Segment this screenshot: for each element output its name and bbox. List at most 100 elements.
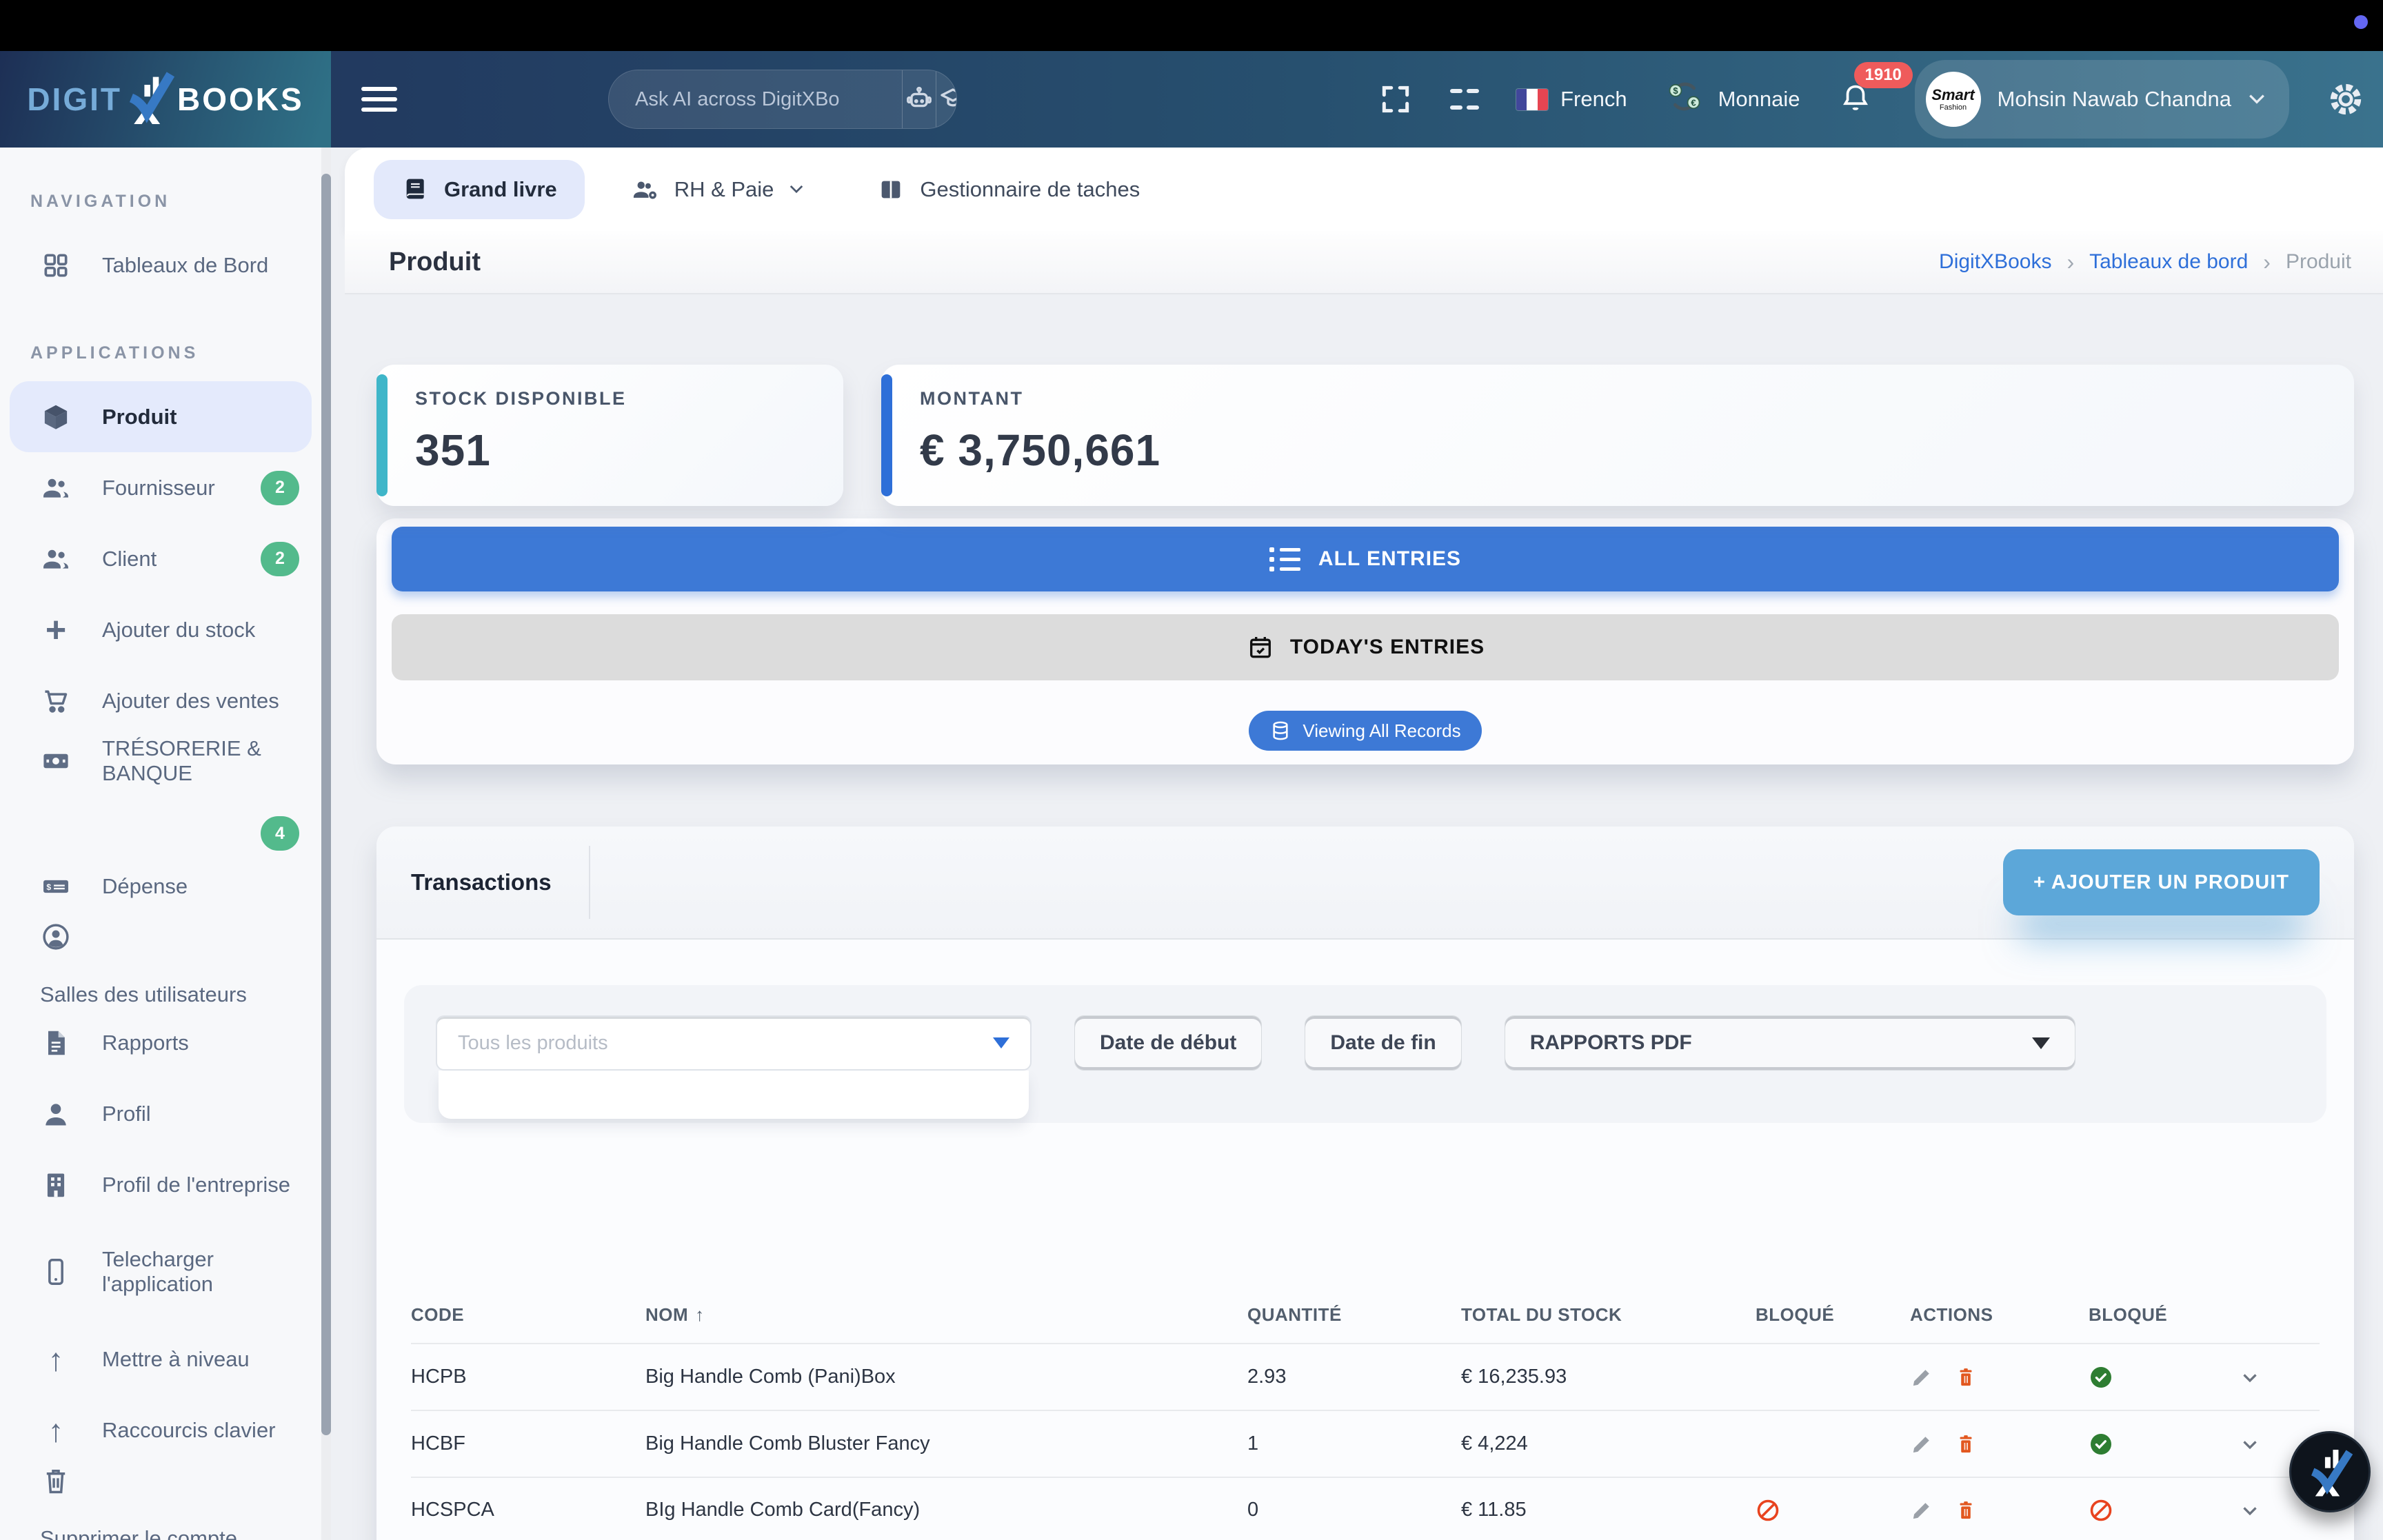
delete-trash-icon[interactable]	[1954, 1432, 1978, 1456]
app-logo[interactable]: DIGIT BOOKS	[0, 51, 331, 148]
avatar: Smart Fashion	[1926, 72, 1981, 127]
cell-total: € 16,235.93	[1461, 1366, 1756, 1388]
sidebar-section-applications: APPLICATIONS	[30, 343, 312, 363]
todays-entries-button[interactable]: TODAY'S ENTRIES	[392, 614, 2339, 680]
table-row: HCPB Big Handle Comb (Pani)Box 2.93 € 16…	[411, 1343, 2320, 1410]
breadcrumb-home[interactable]: DigitXBooks	[1939, 250, 2051, 274]
vertical-divider	[589, 846, 590, 919]
sidebar-scrollbar[interactable]	[321, 148, 331, 1540]
sidebar-item-label: Ajouter du stock	[102, 618, 255, 642]
stock-card: STOCK DISPONIBLE 351	[376, 365, 843, 506]
viewing-records-chip[interactable]: Viewing All Records	[1249, 711, 1481, 751]
status-active-icon[interactable]	[2089, 1365, 2238, 1390]
sidebar-item-ajouter-du-stock[interactable]: + Ajouter du stock	[10, 594, 312, 665]
apps-grid-icon[interactable]	[1450, 85, 1479, 114]
sidebar-item-tresorerie-banque[interactable]: TRÉSORERIE & BANQUE 4	[10, 736, 312, 851]
sidebar-item-label: Telecharger l'application	[102, 1247, 274, 1297]
sidebar-item-label: Profil	[102, 1102, 151, 1126]
end-date-button[interactable]: Date de fin	[1305, 1015, 1461, 1071]
col-name[interactable]: NOM↑	[645, 1304, 1247, 1326]
user-menu[interactable]: Smart Fashion Mohsin Nawab Chandna	[1915, 60, 2290, 139]
col-qty[interactable]: QUANTITÉ	[1247, 1304, 1461, 1326]
breadcrumb-dashboards[interactable]: Tableaux de bord	[2089, 250, 2248, 274]
sidebar-item-label: Supprimer le compte	[40, 1526, 237, 1540]
sidebar: NAVIGATION Tableaux de Bord APPLICATIONS	[0, 148, 321, 1540]
tab-label: RH & Paie	[674, 177, 774, 202]
sidebar-section-navigation: NAVIGATION	[30, 192, 312, 212]
brand-x-icon	[2305, 1445, 2355, 1499]
add-product-button[interactable]: + AJOUTER UN PRODUIT	[2003, 849, 2320, 915]
sidebar-item-rapports[interactable]: Rapports	[10, 1007, 312, 1078]
sidebar-item-label: Rapports	[102, 1031, 189, 1055]
sidebar-item-label: Produit	[102, 405, 177, 429]
settings-gear-icon[interactable]	[2326, 80, 2365, 119]
cell-code: HCSPCA	[411, 1499, 645, 1521]
currency-selector[interactable]: $ € Monnaie	[1665, 77, 1800, 122]
robot-icon[interactable]	[902, 70, 936, 128]
tab-rh-paie[interactable]: RH & Paie	[603, 160, 832, 219]
product-filter-placeholder: Tous les produits	[458, 1032, 608, 1055]
tab-grand-livre[interactable]: Grand livre	[374, 160, 585, 219]
sidebar-item-fournisseur[interactable]: Fournisseur 2	[10, 452, 312, 523]
brand-floating-button[interactable]	[2289, 1431, 2371, 1512]
module-tabbar: Grand livre RH & Paie	[345, 148, 2383, 231]
amount-value: € 3,750,661	[920, 425, 2354, 476]
tab-gestionnaire-de-taches[interactable]: Gestionnaire de taches	[849, 160, 1167, 219]
pdf-reports-select[interactable]: RAPPORTS PDF	[1505, 1015, 2075, 1071]
delete-trash-icon[interactable]	[1954, 1499, 1978, 1522]
amount-card: MONTANT € 3,750,661	[881, 365, 2354, 506]
col-blocked[interactable]: BLOQUÉ	[1756, 1304, 1910, 1326]
col-code[interactable]: CODE	[411, 1304, 645, 1326]
appbar-right-cluster: French $ € Monnaie	[1378, 60, 2365, 139]
sidebar-item-profil-entreprise[interactable]: Profil de l'entreprise	[10, 1149, 312, 1220]
hamburger-menu-icon[interactable]	[361, 84, 401, 114]
sidebar-item-profil[interactable]: Profil	[10, 1078, 312, 1149]
status-active-icon[interactable]	[2089, 1432, 2238, 1457]
product-filter-select[interactable]: Tous les produits	[436, 1015, 1032, 1071]
sidebar-item-produit[interactable]: Produit	[10, 381, 312, 452]
ai-search-bar[interactable]	[608, 70, 957, 129]
mobile-phone-icon	[40, 1257, 72, 1287]
all-entries-label: ALL ENTRIES	[1318, 547, 1461, 571]
cell-qty: 2.93	[1247, 1366, 1461, 1388]
sidebar-item-salles-des-utilisateurs[interactable]: Salles des utilisateurs	[10, 922, 312, 1007]
building-icon	[40, 1170, 72, 1200]
calendar-icon	[1246, 633, 1275, 662]
graduation-cap-icon[interactable]	[936, 70, 957, 128]
notifications-button[interactable]: 1910	[1838, 80, 1873, 119]
recording-dot-icon	[2354, 15, 2368, 29]
sidebar-item-ajouter-des-ventes[interactable]: Ajouter des ventes	[10, 665, 312, 736]
logo-text-books: BOOKS	[177, 81, 304, 118]
notification-count-badge: 1910	[1854, 62, 1913, 88]
entries-panel: ALL ENTRIES TODAY'S ENTRIES	[376, 518, 2354, 764]
edit-pencil-icon[interactable]	[1910, 1432, 1933, 1456]
arrow-up-icon: ↑	[40, 1344, 72, 1375]
sidebar-item-raccourcis-clavier[interactable]: ↑ Raccourcis clavier	[10, 1395, 312, 1466]
language-selector[interactable]: French	[1516, 87, 1627, 112]
user-circle-icon	[40, 922, 72, 952]
ai-search-input[interactable]	[609, 70, 902, 128]
sidebar-item-depense[interactable]: $ Dépense	[10, 851, 312, 922]
sidebar-item-mettre-a-niveau[interactable]: ↑ Mettre à niveau	[10, 1324, 312, 1395]
scrollbar-thumb[interactable]	[321, 174, 331, 1435]
users-icon	[40, 473, 72, 503]
col-blocked2[interactable]: BLOQUÉ	[2089, 1304, 2238, 1326]
sidebar-item-client[interactable]: Client 2	[10, 523, 312, 594]
col-total[interactable]: TOTAL DU STOCK	[1461, 1304, 1756, 1326]
row-expand-chevron[interactable]	[2238, 1366, 2320, 1389]
edit-pencil-icon[interactable]	[1910, 1499, 1933, 1522]
end-date-label: Date de fin	[1330, 1031, 1436, 1055]
status-blocked-icon[interactable]	[2089, 1498, 2238, 1523]
all-entries-button[interactable]: ALL ENTRIES	[392, 527, 2339, 591]
start-date-button[interactable]: Date de début	[1074, 1015, 1262, 1071]
fullscreen-icon[interactable]	[1378, 82, 1413, 116]
edit-pencil-icon[interactable]	[1910, 1366, 1933, 1389]
money-check-icon: $	[40, 871, 72, 902]
delete-trash-icon[interactable]	[1954, 1366, 1978, 1389]
status-blocked-icon[interactable]	[1756, 1498, 1910, 1523]
sidebar-item-telecharger-application[interactable]: Telecharger l'application	[10, 1220, 312, 1324]
cell-actions	[1910, 1366, 2089, 1389]
sort-asc-icon: ↑	[695, 1304, 705, 1325]
sidebar-item-tableaux-de-bord[interactable]: Tableaux de Bord	[10, 230, 312, 301]
sidebar-item-supprimer-le-compte[interactable]: Supprimer le compte Attention	[10, 1466, 312, 1540]
